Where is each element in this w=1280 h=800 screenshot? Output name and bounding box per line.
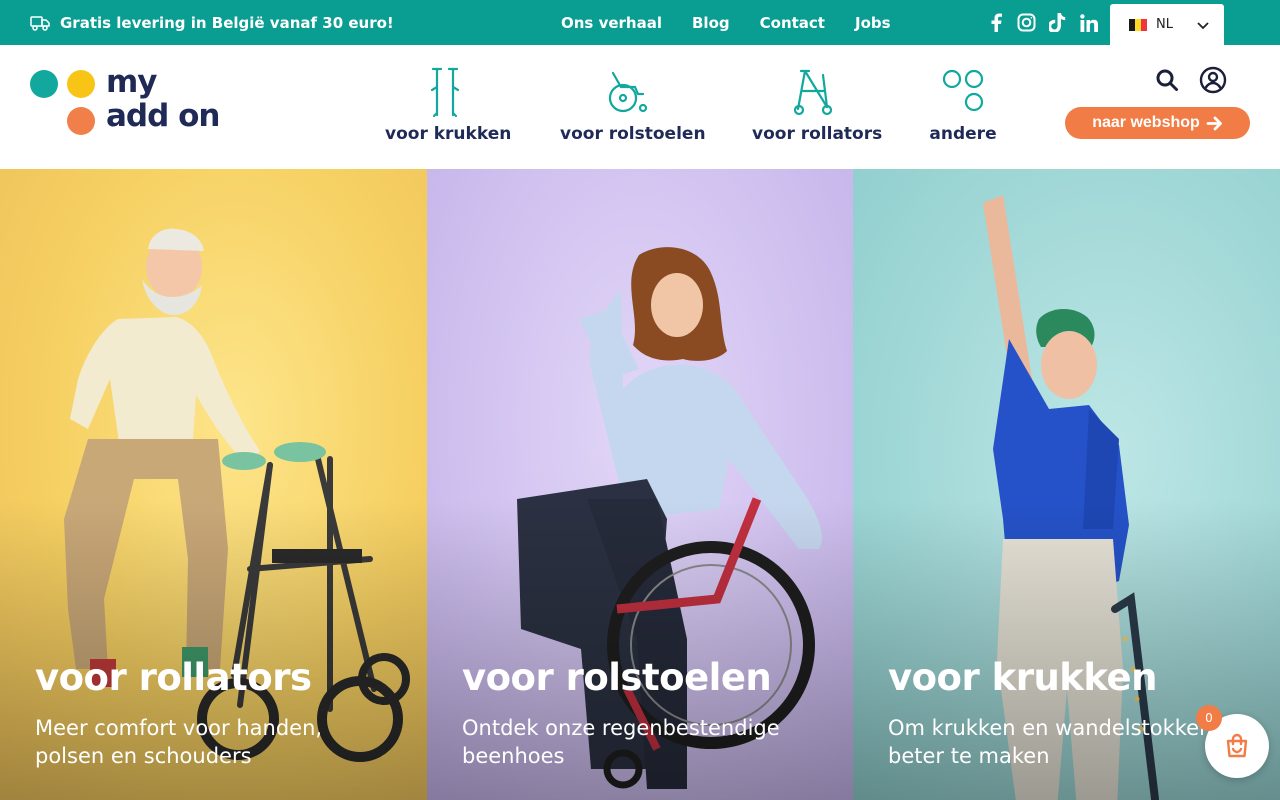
site-logo[interactable]: my add on (30, 65, 230, 139)
account-icon[interactable] (1199, 66, 1227, 94)
logo-wordmark: my add on (106, 64, 220, 134)
arrow-right-icon (1206, 116, 1222, 130)
language-code: NL (1156, 17, 1173, 32)
logo-dot-teal (30, 70, 58, 98)
top-nav: Ons verhaal Blog Contact Jobs (561, 0, 891, 45)
promo-text: Gratis levering in België vanaf 30 euro! (60, 13, 394, 32)
language-selector[interactable]: NL (1110, 4, 1224, 45)
link-contact[interactable]: Contact (760, 14, 825, 32)
promo-message: Gratis levering in België vanaf 30 euro! (30, 0, 394, 45)
belgium-flag-icon (1129, 18, 1147, 31)
panel-title: voor rolstoelen (462, 656, 772, 699)
rollator-icon (793, 69, 833, 116)
logo-dot-orange (67, 107, 95, 135)
webshop-label: naar webshop (1092, 114, 1200, 131)
webshop-button[interactable]: naar webshop (1065, 107, 1250, 139)
search-icon[interactable] (1155, 68, 1179, 92)
truck-icon (30, 15, 50, 31)
category-label: voor krukken (385, 124, 512, 144)
shopping-bag-icon (1226, 733, 1248, 758)
crutches-icon (430, 67, 460, 118)
category-voor-krukken[interactable]: voor krukken (385, 65, 512, 155)
facebook-icon[interactable] (986, 13, 1005, 32)
link-blog[interactable]: Blog (692, 14, 730, 32)
link-jobs[interactable]: Jobs (855, 14, 891, 32)
category-andere[interactable]: andere (929, 65, 997, 155)
instagram-icon[interactable] (1017, 13, 1036, 32)
hero-panel-rollators[interactable]: voor rollators Meer comfort voor handen,… (0, 169, 427, 800)
hero-panel-krukken[interactable]: voor krukken Om krukken en wandelstokken… (853, 169, 1280, 800)
cart-count-badge: 0 (1196, 705, 1222, 731)
wheelchair-icon (608, 71, 648, 113)
logo-dot-yellow (67, 70, 95, 98)
social-links (986, 0, 1098, 45)
top-bar: Gratis levering in België vanaf 30 euro!… (0, 0, 1280, 45)
hero-panel-rolstoelen[interactable]: voor rolstoelen Ontdek onze regenbestend… (427, 169, 853, 800)
panel-title: voor rollators (35, 656, 312, 699)
panel-subtitle: Meer comfort voor handen, polsen en scho… (35, 716, 323, 768)
logo-line-1: my (106, 64, 158, 100)
panel-title: voor krukken (888, 656, 1157, 699)
category-label: voor rollators (752, 124, 883, 144)
main-header: my add on voor krukken voor rolstoelen v… (0, 45, 1280, 169)
hero-section: voor rollators Meer comfort voor handen,… (0, 169, 1280, 800)
link-ons-verhaal[interactable]: Ons verhaal (561, 14, 662, 32)
panel-subtitle: Om krukken en wandelstokken beter te mak… (888, 716, 1213, 768)
category-voor-rolstoelen[interactable]: voor rolstoelen (560, 65, 706, 155)
logo-line-2: add on (106, 98, 220, 134)
category-label: voor rolstoelen (560, 124, 706, 144)
category-label: andere (929, 124, 997, 144)
chevron-down-icon (1197, 21, 1209, 29)
circles-icon (942, 69, 984, 112)
tiktok-icon[interactable] (1048, 13, 1067, 32)
linkedin-icon[interactable] (1079, 13, 1098, 32)
panel-subtitle: Ontdek onze regenbestendige beenhoes (462, 716, 780, 768)
category-voor-rollators[interactable]: voor rollators (752, 65, 883, 155)
